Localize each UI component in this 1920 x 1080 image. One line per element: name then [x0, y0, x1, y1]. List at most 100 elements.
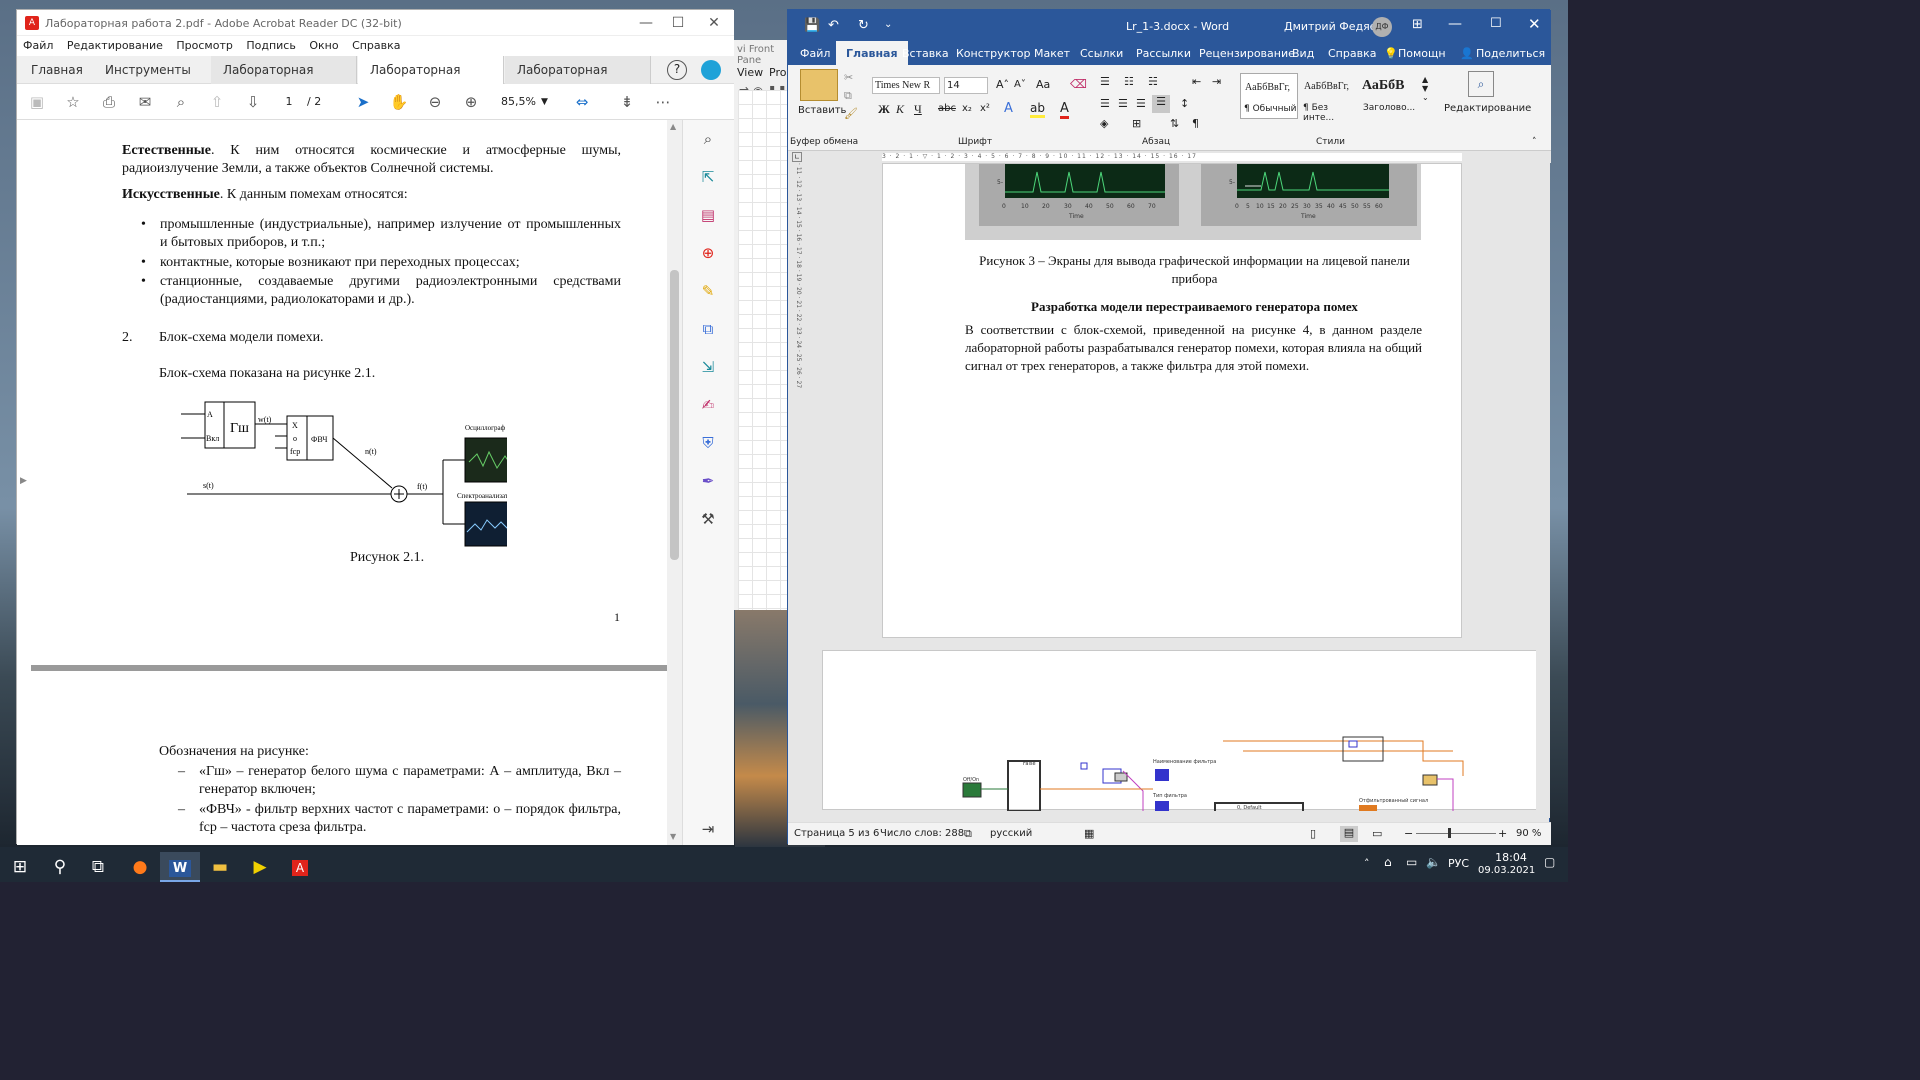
format-painter-icon[interactable]: 🖌 [844, 107, 858, 120]
menu-help[interactable]: Справка [352, 36, 400, 56]
pilcrow-icon[interactable]: ¶ [1192, 117, 1199, 130]
labview-menu-pro[interactable]: Pro [769, 66, 786, 79]
tab-mailings[interactable]: Рассылки [1136, 47, 1191, 60]
tab-selector-icon[interactable]: ∟ [792, 152, 802, 162]
tab-doc-3[interactable]: Лабораторная раб... [505, 56, 651, 105]
highlight-icon[interactable]: ab [1030, 101, 1045, 118]
tab-file[interactable]: Файл [800, 47, 830, 60]
maximize-icon[interactable]: ☐ [662, 10, 694, 36]
accessibility-icon[interactable]: ▦ [1084, 827, 1094, 840]
zoom-slider-thumb[interactable] [1448, 828, 1451, 838]
clear-formatting-icon[interactable]: ⌫ [1070, 77, 1087, 91]
read-mode-icon[interactable]: ▯ [1310, 827, 1316, 840]
collapse-ribbon-icon[interactable]: ˄ [1532, 137, 1537, 147]
styles-more-icon[interactable]: ▲ ▼ ⌄ [1422, 75, 1429, 102]
status-language[interactable]: русский [990, 828, 1032, 839]
menu-sign[interactable]: Подпись [246, 36, 295, 56]
proofing-icon[interactable]: ⧉ [964, 827, 972, 841]
select-cursor-icon[interactable]: ➤ [353, 92, 373, 112]
tab-layout[interactable]: Макет [1034, 47, 1070, 60]
minimize-icon[interactable]: — [1448, 16, 1462, 32]
menu-edit[interactable]: Редактирование [67, 36, 163, 56]
zoom-in-icon[interactable]: ⊕ [461, 92, 481, 112]
acrobat-taskbar-icon[interactable]: A [280, 852, 320, 882]
avatar[interactable]: ДФ [1372, 17, 1392, 37]
justify-icon[interactable]: ☰ [1152, 95, 1170, 113]
numbering-icon[interactable]: ☷ [1124, 75, 1134, 88]
account-icon[interactable] [701, 60, 721, 80]
more-tools-icon[interactable]: ⚒ [697, 508, 719, 530]
grow-font-icon[interactable]: A˄ [996, 78, 1009, 91]
font-color-icon[interactable]: A [1060, 101, 1069, 119]
zoom-in-icon[interactable]: + [1498, 827, 1507, 840]
tab-doc-1[interactable]: Лабораторная раб... [211, 56, 357, 105]
file-explorer-icon[interactable]: ▬ [200, 852, 240, 882]
combine-files-icon[interactable]: ⧉ [697, 318, 719, 340]
font-name-select[interactable]: Times New R [872, 77, 940, 94]
redo-icon[interactable]: ↻ [858, 18, 869, 33]
clock-date[interactable]: 09.03.2021 [1478, 865, 1535, 876]
help-icon[interactable]: ? [667, 60, 687, 80]
status-page[interactable]: Страница 5 из 6 [794, 828, 879, 839]
shrink-font-icon[interactable]: A˅ [1014, 79, 1026, 90]
ribbon-display-icon[interactable]: ⊞ [1412, 17, 1423, 32]
star-icon[interactable]: ☆ [63, 92, 83, 112]
word-page-2[interactable]: Off/On False Наименование фильтра Тип фи… [822, 650, 1539, 811]
tab-help[interactable]: Справка [1328, 47, 1376, 60]
display-icon[interactable]: ▭ [1406, 855, 1417, 869]
page-number-input[interactable]: 1 [275, 93, 303, 111]
shading-icon[interactable]: ◈ [1100, 117, 1108, 130]
comment-icon[interactable]: ✎ [697, 280, 719, 302]
firefox-icon[interactable]: ● [120, 852, 160, 882]
align-right-icon[interactable]: ☰ [1136, 97, 1146, 110]
tab-view[interactable]: Вид [1292, 47, 1314, 60]
paste-icon[interactable] [800, 69, 838, 101]
maximize-icon[interactable]: ☐ [1490, 16, 1502, 31]
labview-taskbar-icon[interactable]: ▶ [240, 852, 280, 882]
labview-menu-view[interactable]: View [737, 66, 763, 79]
subscript-icon[interactable]: x₂ [962, 103, 972, 114]
zoom-out-icon[interactable]: ⊖ [425, 92, 445, 112]
word-user-name[interactable]: Дмитрий Федяев [1284, 20, 1383, 33]
word-taskbar-icon[interactable]: W [160, 852, 200, 882]
status-words[interactable]: Число слов: 288 [880, 828, 964, 839]
word-page[interactable]: 5- 0 10 20 30 40 50 60 70 Time 5- 0 5 10… [882, 163, 1462, 638]
status-zoom[interactable]: 90 % [1516, 828, 1541, 839]
collapse-pane-icon[interactable]: ⇥ [697, 818, 719, 840]
clock-time[interactable]: 18:04 [1486, 851, 1536, 864]
tab-doc-2[interactable]: Лабораторная раб...✕ [358, 56, 504, 105]
close-icon[interactable]: ✕ [698, 10, 730, 36]
tab-tell-me[interactable]: Помощн [1398, 47, 1446, 60]
more-icon[interactable]: ⋯ [653, 92, 673, 112]
labview-tab-fragment[interactable]: vi Front Pane [737, 44, 788, 66]
tab-home[interactable]: Главная [836, 41, 908, 66]
fit-page-icon[interactable]: ⇔ [572, 92, 592, 112]
change-case-icon[interactable]: Aa [1036, 78, 1050, 91]
scrollbar-thumb[interactable] [670, 270, 679, 560]
left-panel-toggle-icon[interactable]: ▶ [20, 476, 27, 486]
search-icon[interactable]: ⚲ [40, 852, 80, 882]
word-scrollbar[interactable] [1536, 163, 1550, 818]
fill-sign-icon[interactable]: ✍ [697, 394, 719, 416]
compress-icon[interactable]: ⇲ [697, 356, 719, 378]
decrease-indent-icon[interactable]: ⇤ [1192, 75, 1201, 88]
page-up-icon[interactable]: ⇧ [207, 92, 227, 112]
chevron-down-icon[interactable]: ▼ [541, 93, 548, 111]
save-icon[interactable]: ▣ [27, 92, 47, 112]
sign-icon[interactable]: ✒ [697, 470, 719, 492]
menu-view[interactable]: Просмотр [176, 36, 232, 56]
customize-qat-icon[interactable]: ⌄ [884, 19, 892, 30]
align-center-icon[interactable]: ☰ [1118, 97, 1128, 110]
search-icon[interactable]: ⌕ [171, 92, 191, 112]
tab-design[interactable]: Конструктор [956, 47, 1030, 60]
copy-icon[interactable]: ⧉ [844, 89, 852, 103]
style-normal[interactable]: АаБбВвГг, ¶ Обычный [1240, 73, 1298, 119]
underline-icon[interactable]: Ч [914, 102, 922, 117]
lightbulb-icon[interactable]: 💡 [1384, 47, 1398, 60]
sort-icon[interactable]: ⇅ [1170, 117, 1179, 130]
protect-icon[interactable]: ⛨ [697, 432, 719, 454]
print-layout-icon[interactable]: ▤ [1340, 826, 1358, 842]
zoom-slider[interactable] [1416, 833, 1496, 834]
tray-chevron-icon[interactable]: ˄ [1364, 857, 1370, 870]
web-layout-icon[interactable]: ▭ [1372, 827, 1382, 840]
